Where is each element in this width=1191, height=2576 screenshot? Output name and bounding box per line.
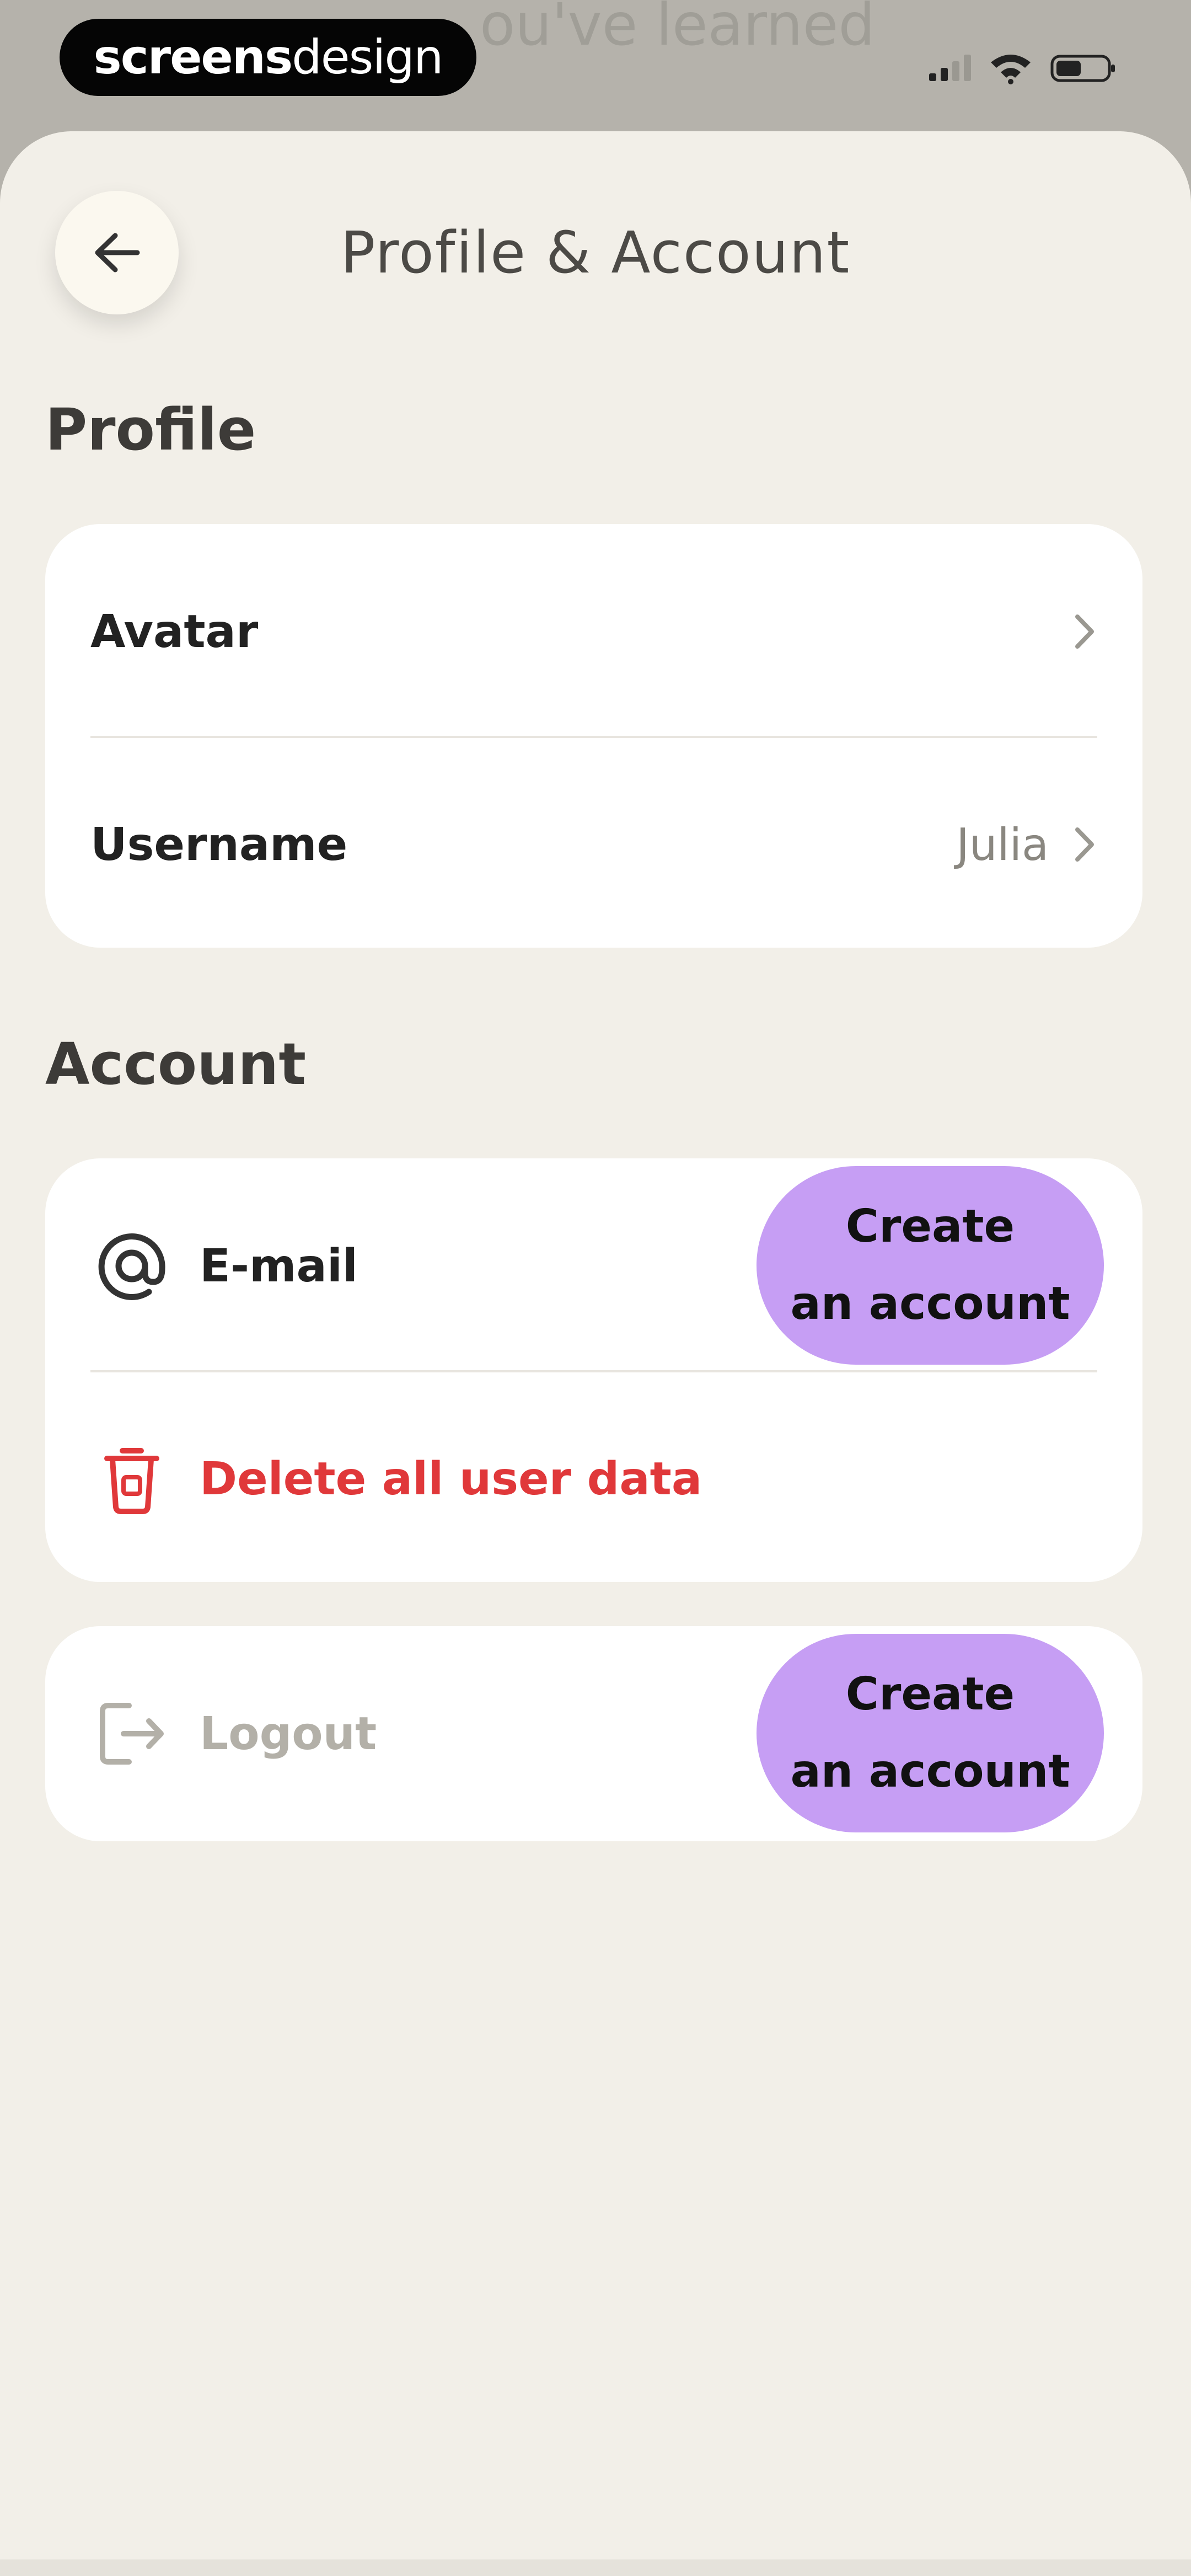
chevron-right-icon	[1065, 612, 1104, 651]
at-sign-icon	[90, 1225, 173, 1307]
delete-data-label: Delete all user data	[200, 1452, 702, 1505]
profile-section-title: Profile	[45, 396, 256, 463]
username-value: Julia	[956, 819, 1049, 870]
username-row[interactable]: Username Julia	[45, 737, 1142, 952]
brand-text-bold: screens	[93, 30, 293, 85]
sheet-bottom-edge	[0, 2559, 1191, 2576]
trash-icon	[90, 1437, 173, 1520]
username-label: Username	[90, 818, 348, 871]
logout-icon	[90, 1692, 173, 1775]
create-account-button[interactable]: Create an account	[757, 1634, 1104, 1832]
create-account-line2: an account	[790, 1278, 1070, 1330]
background-screen-text: ou've learned	[480, 0, 876, 58]
email-label: E-mail	[200, 1239, 358, 1292]
create-account-line2: an account	[790, 1745, 1070, 1798]
create-account-line1: Create	[845, 1668, 1015, 1720]
create-account-button[interactable]: Create an account	[757, 1166, 1104, 1365]
account-card: E-mail Create an account Delete all user…	[45, 1158, 1142, 1582]
avatar-row[interactable]: Avatar	[45, 524, 1142, 739]
logout-card: Logout Create an account	[45, 1626, 1142, 1841]
page-title: Profile & Account	[340, 219, 851, 286]
logout-label: Logout	[200, 1707, 377, 1760]
email-row[interactable]: E-mail Create an account	[45, 1158, 1142, 1373]
brand-watermark: screens design	[60, 19, 476, 96]
account-section-title: Account	[45, 1030, 307, 1098]
status-icons	[929, 43, 1117, 93]
profile-card: Avatar Username Julia	[45, 524, 1142, 948]
profile-account-sheet: Profile & Account Profile Avatar Usernam…	[0, 131, 1191, 2576]
create-account-line1: Create	[845, 1200, 1015, 1253]
wifi-icon	[991, 55, 1031, 84]
battery-icon	[1050, 55, 1115, 82]
avatar-label: Avatar	[90, 605, 259, 658]
chevron-right-icon	[1065, 825, 1104, 864]
brand-text-light: design	[292, 30, 443, 85]
signal-icon	[929, 55, 971, 81]
delete-data-row[interactable]: Delete all user data	[45, 1371, 1142, 1586]
logout-row[interactable]: Logout Create an account	[45, 1626, 1142, 1841]
